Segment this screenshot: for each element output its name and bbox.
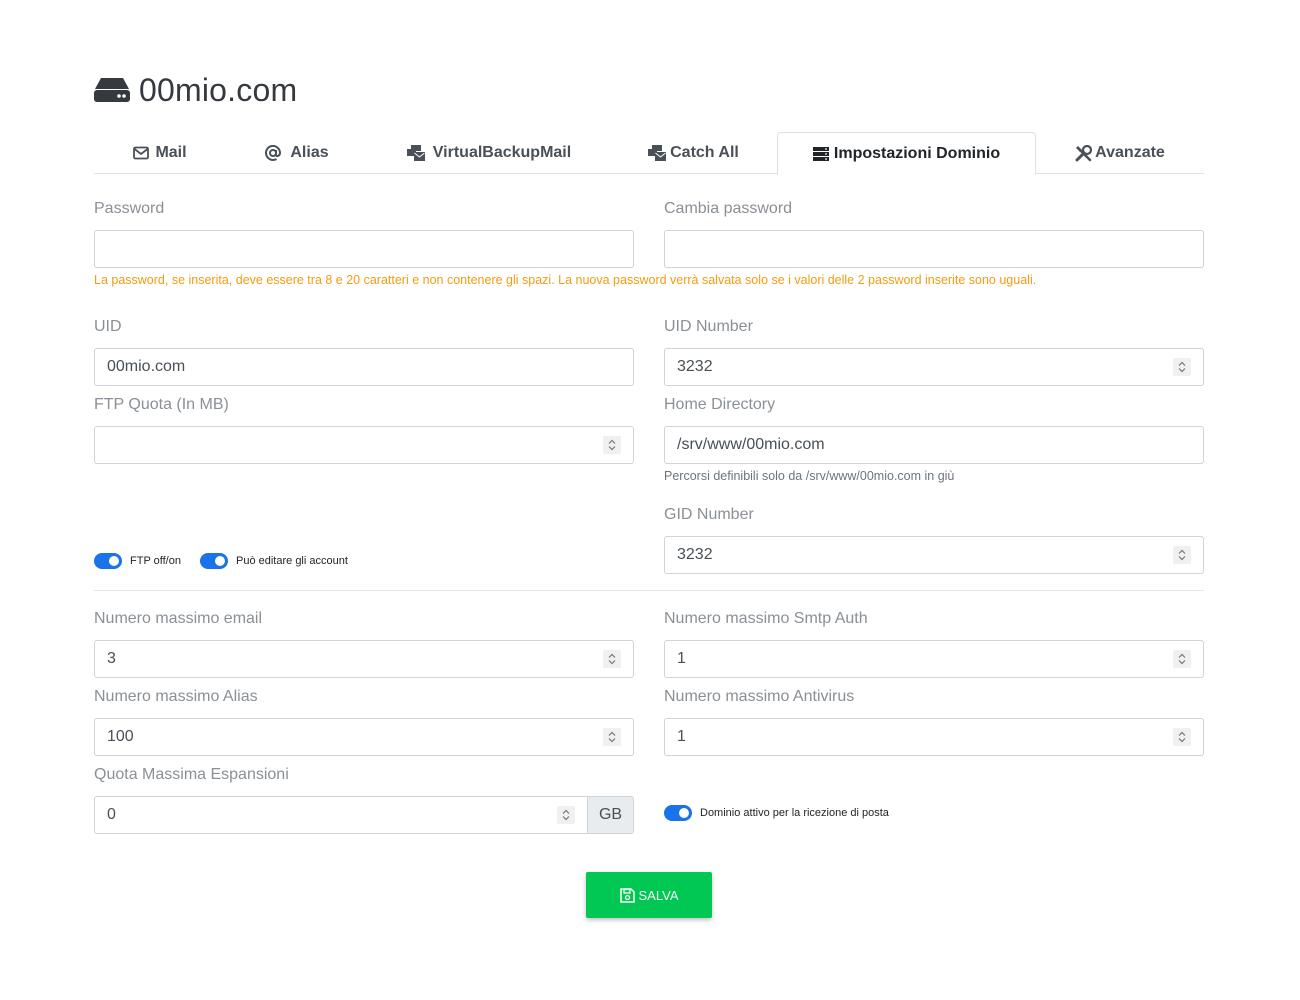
server-icon xyxy=(812,146,829,161)
spinner-icon[interactable] xyxy=(1173,650,1191,668)
gid-number-label: GID Number xyxy=(664,506,754,523)
tab-impostazioni-dominio[interactable]: Impostazioni Dominio xyxy=(777,132,1036,175)
save-icon xyxy=(619,887,635,903)
max-expansion-quota-label: Quota Massima Espansioni xyxy=(94,766,289,783)
tab-catch-all[interactable]: Catch All xyxy=(610,132,777,174)
mail-bulk-icon xyxy=(406,145,425,161)
uid-number-input[interactable]: 3232 xyxy=(664,348,1204,386)
tab-alias[interactable]: Alias xyxy=(226,132,368,174)
uid-number-label: UID Number xyxy=(664,318,753,335)
at-icon xyxy=(265,145,282,161)
max-email-label: Numero massimo email xyxy=(94,610,263,627)
tab-bar: Mail Alias VirtualBackupMail Catch All I… xyxy=(94,132,1204,175)
page-title: 00mio.com xyxy=(94,68,297,112)
uid-label: UID xyxy=(94,318,122,335)
tab-label: Impostazioni Dominio xyxy=(833,144,1001,162)
toggle-switch[interactable] xyxy=(94,553,122,569)
spinner-icon[interactable] xyxy=(1173,728,1191,746)
max-smtp-auth-label: Numero massimo Smtp Auth xyxy=(664,610,868,627)
tools-icon xyxy=(1075,144,1093,162)
max-alias-label: Numero massimo Alias xyxy=(94,688,258,705)
quota-unit-addon: GB xyxy=(587,796,634,834)
tab-label: Mail xyxy=(155,144,187,161)
change-password-input[interactable] xyxy=(664,230,1204,268)
ftp-quota-input[interactable] xyxy=(94,426,634,464)
password-hint: La password, se inserita, deve essere tr… xyxy=(94,273,1037,287)
max-antivirus-label: Numero massimo Antivirus xyxy=(664,688,855,705)
max-expansion-quota-input[interactable]: 0 xyxy=(94,796,588,834)
tab-label: VirtualBackupMail xyxy=(432,144,572,161)
save-button[interactable]: SALVA xyxy=(586,872,712,918)
password-input[interactable] xyxy=(94,230,634,268)
envelope-icon xyxy=(133,146,150,160)
toggle-switch[interactable] xyxy=(200,553,228,569)
domain-active-toggle[interactable]: Dominio attivo per la ricezione di posta xyxy=(664,804,889,822)
gid-number-input[interactable]: 3232 xyxy=(664,536,1204,574)
tab-label: Avanzate xyxy=(1095,144,1165,161)
tab-label: Alias xyxy=(290,144,329,161)
max-smtp-auth-input[interactable]: 1 xyxy=(664,640,1204,678)
tab-label: Catch All xyxy=(670,144,739,161)
max-antivirus-input[interactable]: 1 xyxy=(664,718,1204,756)
max-email-input[interactable]: 3 xyxy=(94,640,634,678)
spinner-icon[interactable] xyxy=(557,806,575,824)
max-alias-input[interactable]: 100 xyxy=(94,718,634,756)
home-directory-label: Home Directory xyxy=(664,396,776,413)
spinner-icon[interactable] xyxy=(603,728,621,746)
hard-drive-icon xyxy=(94,77,130,103)
domain-title: 00mio.com xyxy=(139,71,298,108)
change-password-label: Cambia password xyxy=(664,200,793,217)
tab-virtualbackupmail[interactable]: VirtualBackupMail xyxy=(368,132,610,174)
spinner-icon[interactable] xyxy=(1173,546,1191,564)
ftp-toggle[interactable]: FTP off/on xyxy=(94,552,181,570)
section-divider xyxy=(94,590,1204,591)
spinner-icon[interactable] xyxy=(603,436,621,454)
tab-mail[interactable]: Mail xyxy=(94,132,226,174)
uid-input[interactable]: 00mio.com xyxy=(94,348,634,386)
tab-avanzate[interactable]: Avanzate xyxy=(1036,132,1204,174)
ftp-quota-label: FTP Quota (In MB) xyxy=(94,396,229,413)
password-label: Password xyxy=(94,200,165,217)
edit-accounts-toggle[interactable]: Può editare gli account xyxy=(200,552,348,570)
mail-bulk-icon xyxy=(648,145,667,161)
home-directory-input[interactable]: /srv/www/00mio.com xyxy=(664,426,1204,464)
toggle-switch[interactable] xyxy=(664,805,692,821)
spinner-icon[interactable] xyxy=(1173,358,1191,376)
home-directory-hint: Percorsi definibili solo da /srv/www/00m… xyxy=(664,469,955,483)
save-label: SALVA xyxy=(638,887,679,903)
spinner-icon[interactable] xyxy=(603,650,621,668)
